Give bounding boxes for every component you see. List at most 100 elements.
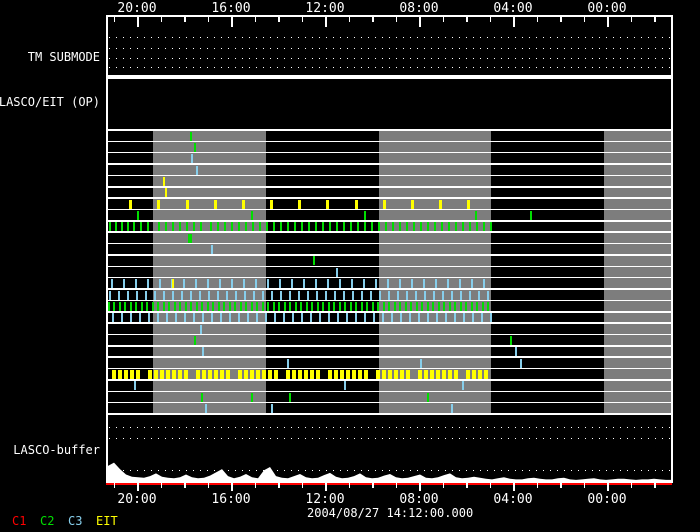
event-tick xyxy=(196,165,198,175)
event-tick xyxy=(366,301,368,311)
event-tick xyxy=(455,222,457,232)
event-tick xyxy=(241,199,245,209)
event-tick xyxy=(387,279,389,289)
row-separator xyxy=(107,276,671,279)
event-tick xyxy=(136,290,138,300)
time-label-top: 00:00 xyxy=(587,1,627,16)
axis-tick xyxy=(513,15,515,27)
event-tick xyxy=(443,301,445,311)
event-tick xyxy=(202,313,204,323)
event-tick xyxy=(313,256,315,266)
event-tick xyxy=(124,301,126,311)
event-tick xyxy=(337,313,339,323)
row-separator xyxy=(107,265,671,268)
event-tick xyxy=(328,301,330,311)
event-tick xyxy=(462,381,464,391)
axis-tick xyxy=(372,15,374,22)
time-label-bottom: 12:00 xyxy=(305,492,345,507)
event-tick xyxy=(271,290,273,300)
event-tick xyxy=(382,370,386,380)
event-tick xyxy=(174,301,176,311)
axis-tick xyxy=(278,15,280,22)
row-separator xyxy=(107,129,671,131)
event-tick xyxy=(185,199,189,209)
event-tick xyxy=(411,279,413,289)
event-tick xyxy=(163,290,165,300)
event-tick xyxy=(185,301,187,311)
event-tick xyxy=(211,245,213,255)
event-tick xyxy=(123,279,125,289)
event-tick xyxy=(442,370,446,380)
event-tick xyxy=(218,301,220,311)
event-tick xyxy=(311,301,313,311)
event-tick xyxy=(460,301,462,311)
event-tick xyxy=(476,222,478,232)
event-tick xyxy=(181,290,183,300)
event-tick xyxy=(382,199,386,209)
event-tick xyxy=(399,279,401,289)
event-tick xyxy=(240,301,242,311)
event-tick xyxy=(298,370,302,380)
event-tick xyxy=(445,313,447,323)
event-tick xyxy=(157,313,159,323)
event-tick xyxy=(186,222,188,232)
event-tick xyxy=(358,370,362,380)
axis-tick xyxy=(489,483,491,488)
event-tick xyxy=(343,222,345,232)
event-tick xyxy=(133,222,135,232)
event-tick xyxy=(363,279,365,289)
axis-tick xyxy=(419,483,421,491)
row-separator xyxy=(107,254,671,256)
event-tick xyxy=(300,301,302,311)
event-tick xyxy=(265,313,267,323)
event-tick xyxy=(339,279,341,289)
event-tick xyxy=(388,290,390,300)
event-tick xyxy=(441,222,443,232)
event-tick xyxy=(287,222,289,232)
event-tick xyxy=(134,381,136,391)
event-tick xyxy=(430,370,434,380)
event-tick xyxy=(274,370,278,380)
event-tick xyxy=(424,370,428,380)
row-separator xyxy=(107,333,671,336)
event-tick xyxy=(346,370,350,380)
event-tick xyxy=(190,301,192,311)
event-tick xyxy=(178,370,182,380)
event-tick xyxy=(121,313,123,323)
event-tick xyxy=(416,301,418,311)
event-tick xyxy=(224,222,226,232)
event-tick xyxy=(406,290,408,300)
event-tick xyxy=(352,290,354,300)
event-tick xyxy=(223,301,225,311)
event-tick xyxy=(304,370,308,380)
event-tick xyxy=(378,222,380,232)
axis-tick xyxy=(113,483,115,488)
event-tick xyxy=(388,301,390,311)
event-tick xyxy=(410,199,414,209)
event-tick xyxy=(454,370,458,380)
event-tick xyxy=(208,290,210,300)
event-tick xyxy=(135,279,137,289)
event-tick xyxy=(191,154,193,164)
event-tick xyxy=(490,222,492,232)
row-separator xyxy=(107,390,671,393)
event-tick xyxy=(478,370,482,380)
axis-tick xyxy=(654,15,656,22)
event-tick xyxy=(214,370,218,380)
event-tick xyxy=(361,301,363,311)
event-tick xyxy=(137,211,139,221)
event-tick xyxy=(375,279,377,289)
event-tick xyxy=(217,222,219,232)
event-tick xyxy=(274,313,276,323)
event-tick xyxy=(319,313,321,323)
event-tick xyxy=(316,290,318,300)
event-tick xyxy=(322,301,324,311)
row-separator xyxy=(107,401,671,404)
axis-tick xyxy=(160,483,162,488)
event-tick xyxy=(210,222,212,232)
event-tick xyxy=(259,222,261,232)
row-separator xyxy=(107,322,671,324)
event-tick xyxy=(460,290,462,300)
event-tick xyxy=(200,222,202,232)
event-tick xyxy=(226,290,228,300)
